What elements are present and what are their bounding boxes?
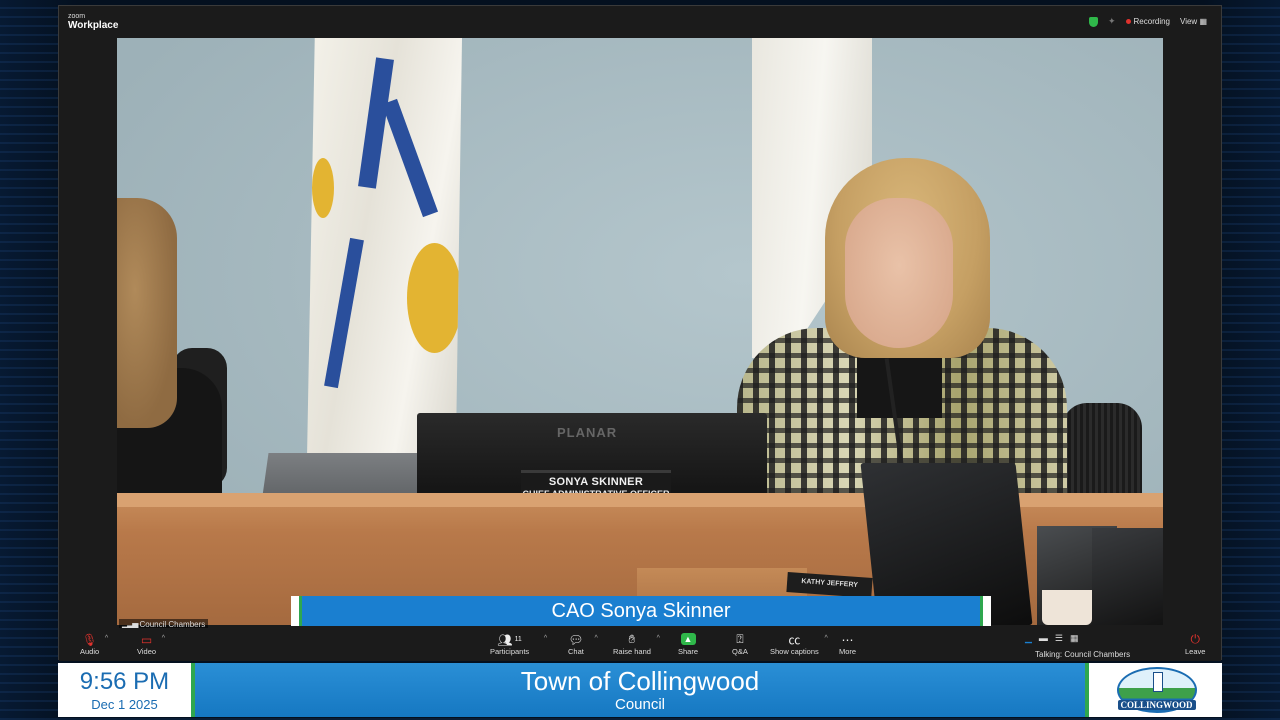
speaker-face	[845, 198, 953, 348]
raise-hand-button[interactable]: ✋︎ Raise hand ^	[613, 632, 660, 656]
nameplate-name: SONYA SKINNER	[548, 476, 644, 488]
video-caret-icon[interactable]: ^	[162, 635, 165, 642]
logo-tower	[1152, 672, 1163, 692]
chat-caret-icon[interactable]: ^	[595, 635, 598, 642]
show-captions-label: Show captions	[770, 647, 819, 656]
town-logo: COLLINGWOOD	[1091, 663, 1222, 717]
recording-indicator[interactable]: Recording	[1125, 17, 1170, 26]
more-button[interactable]: ⋯ More	[839, 632, 857, 657]
participants-count: 11	[514, 636, 522, 643]
share-button[interactable]: ▲ Share	[678, 632, 698, 656]
view-label: View	[1180, 17, 1198, 26]
audio-button[interactable]: 🎙︎ Audio ^	[80, 632, 108, 657]
zoom-logo: zoom Workplace	[68, 13, 118, 31]
raise-hand-label: Raise hand	[613, 647, 651, 656]
qa-button[interactable]: ⍰ Q&A	[732, 632, 748, 656]
qa-icon: ⍰	[736, 632, 744, 646]
zoom-brand-big: Workplace	[68, 20, 119, 31]
captions-caret-icon[interactable]: ^	[824, 635, 827, 642]
clock-date: Dec 1 2025	[91, 697, 158, 712]
video-button[interactable]: ▭ Video ^	[137, 632, 165, 657]
video-off-icon: ▭	[140, 632, 153, 647]
recording-label: Recording	[1133, 17, 1170, 26]
raise-hand-caret-icon[interactable]: ^	[657, 635, 660, 642]
logo-text: COLLINGWOOD	[1117, 700, 1196, 710]
chair-right	[1062, 403, 1142, 503]
view-button[interactable]: View ▦	[1180, 17, 1207, 26]
chat-label: Chat	[568, 647, 584, 656]
monitor-brand: PLANAR	[557, 425, 618, 440]
view-icon-2[interactable]: ▬	[1039, 633, 1048, 644]
speaker-view-icon[interactable]: ▁	[1025, 633, 1032, 644]
talking-indicator: Talking: Council Chambers	[1035, 650, 1131, 659]
more-label: More	[839, 647, 857, 656]
zoom-window: zoom Workplace ✦ Recording View ▦ PLANAR…	[58, 5, 1222, 661]
leave-label: Leave	[1185, 647, 1206, 656]
ai-companion-icon[interactable]: ✦	[1108, 16, 1116, 27]
titlebar-status: ✦ Recording View ▦	[1088, 16, 1207, 27]
more-icon: ⋯	[841, 632, 854, 647]
view-icon-3[interactable]: ☰	[1055, 633, 1063, 644]
town-banner: Town of Collingwood Council	[195, 663, 1085, 717]
participants-label: Participants	[490, 647, 530, 656]
audio-caret-icon[interactable]: ^	[105, 635, 108, 642]
meeting-name: Council	[614, 696, 666, 713]
video-feed: PLANAR SONYA SKINNER CHIEF ADMINISTRATIV…	[117, 38, 1163, 625]
collingwood-logo-icon: COLLINGWOOD	[1116, 667, 1197, 713]
participants-icon: 👥︎ 11	[497, 632, 522, 647]
flag-left	[307, 38, 462, 458]
record-dot-icon	[1125, 19, 1131, 24]
leave-icon: ⏻	[1190, 632, 1200, 646]
clock-time: 9:56 PM	[79, 668, 170, 695]
captions-icon: ㏄	[788, 633, 801, 647]
monitor-right-3	[1092, 528, 1163, 625]
audio-label: Audio	[80, 647, 100, 656]
microphone-muted-icon: 🎙︎	[81, 632, 98, 647]
chat-icon: 💬︎	[568, 632, 584, 647]
town-name: Town of Collingwood	[520, 666, 760, 696]
titlebar: zoom Workplace ✦ Recording View ▦	[59, 6, 1221, 38]
encryption-shield-icon[interactable]	[1088, 16, 1098, 27]
qa-label: Q&A	[732, 647, 748, 656]
share-icon: ▲	[680, 633, 696, 645]
raise-hand-icon: ✋︎	[628, 632, 636, 646]
broadcast-lower-third: 9:56 PM Dec 1 2025 Town of Collingwood C…	[58, 663, 1222, 717]
clock: 9:56 PM Dec 1 2025	[58, 663, 191, 717]
share-label: Share	[678, 647, 699, 656]
chat-button[interactable]: 💬︎ Chat ^	[568, 632, 598, 657]
leave-button[interactable]: ⏻ Leave	[1185, 632, 1205, 656]
participants-button[interactable]: 👥︎ 11 Participants ^	[490, 632, 547, 657]
person-left-hair	[117, 198, 177, 428]
participants-caret-icon[interactable]: ^	[544, 635, 547, 642]
speaker-caption: CAO Sonya Skinner	[291, 596, 991, 626]
cup	[1042, 590, 1092, 625]
meeting-toolbar: 🎙︎ Audio ^ ▭ Video ^ 👥︎ 11 Participants ^…	[59, 628, 1221, 661]
show-captions-button[interactable]: ㏄ Show captions ^	[770, 632, 828, 656]
video-label: Video	[137, 647, 157, 656]
view-toggles: ▁ ▬ ☰ ▦	[1025, 633, 1079, 644]
zoom-brand-small: zoom	[68, 13, 86, 20]
view-grid-icon: ▦	[1199, 17, 1207, 26]
gallery-view-icon[interactable]: ▦	[1070, 633, 1079, 644]
separator-right	[1085, 663, 1089, 717]
